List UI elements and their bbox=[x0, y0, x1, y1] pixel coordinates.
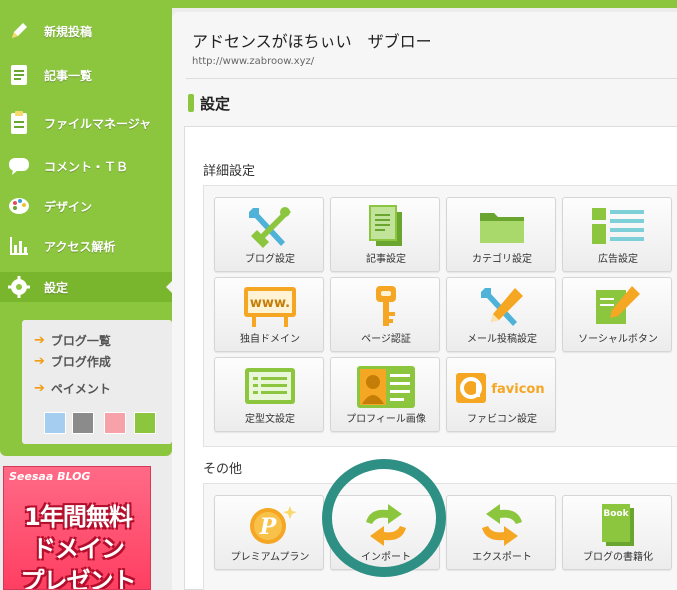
ad-headline: 1年間無料 bbox=[24, 503, 133, 531]
submenu-label: ブログ一覧 bbox=[50, 334, 111, 348]
import-arrows-icon bbox=[331, 501, 441, 549]
nav-label: ファイルマネージャ bbox=[44, 116, 152, 131]
premium-letter: P bbox=[259, 514, 278, 540]
theme-swatch-blue[interactable] bbox=[44, 412, 66, 434]
tile-label: ブログ設定 bbox=[245, 254, 295, 265]
theme-swatch-pink[interactable] bbox=[104, 412, 126, 434]
domain-promo-banner[interactable]: Seesaa BLOG 1年間無料 ドメイン プレゼント bbox=[3, 466, 151, 590]
profile-icon bbox=[331, 363, 441, 411]
tile-label: 定型文設定 bbox=[245, 414, 295, 425]
tile-label: エクスポート bbox=[472, 552, 532, 563]
tools-icon bbox=[215, 203, 325, 251]
nav-label: コメント・ＴＢ bbox=[44, 159, 129, 174]
book-icon: Book bbox=[563, 501, 673, 549]
tile-mail-post-settings[interactable]: メール投稿設定 bbox=[446, 277, 556, 352]
nav-new-post[interactable]: 新規投稿 bbox=[6, 16, 166, 46]
tile-label: プロフィール画像 bbox=[346, 414, 426, 425]
details-group-title: 詳細設定 bbox=[203, 164, 256, 179]
tile-label: 広告設定 bbox=[598, 254, 638, 265]
arrow-right-icon: ➔ bbox=[34, 333, 45, 348]
submenu-blog-list[interactable]: ➔ ブログ一覧 bbox=[34, 332, 111, 349]
comment-icon bbox=[6, 153, 32, 179]
theme-swatch-green[interactable] bbox=[134, 412, 156, 434]
ad-headline: プレゼント bbox=[20, 567, 137, 590]
tile-label: プレミアムプラン bbox=[230, 552, 310, 563]
template-icon bbox=[215, 363, 325, 411]
tile-import[interactable]: インポート bbox=[330, 495, 440, 570]
social-post-icon bbox=[563, 283, 673, 331]
tile-export[interactable]: エクスポート bbox=[446, 495, 556, 570]
tile-template-text[interactable]: 定型文設定 bbox=[214, 357, 324, 432]
top-accent-bar bbox=[172, 0, 677, 8]
mail-post-icon bbox=[447, 283, 557, 331]
nav-comments-tb[interactable]: コメント・ＴＢ bbox=[6, 151, 166, 181]
palette-icon bbox=[6, 193, 32, 219]
tile-label: ファビコン設定 bbox=[467, 414, 537, 425]
tile-page-auth[interactable]: ページ認証 bbox=[330, 277, 440, 352]
nav-design[interactable]: デザイン bbox=[6, 191, 166, 221]
premium-coin-icon: P bbox=[215, 501, 325, 549]
main-panel: アドセンスがほちぃい ザブロー http://www.zabroow.xyz/ … bbox=[172, 12, 677, 590]
article-list-icon bbox=[6, 62, 32, 88]
favicon-icon: favicon bbox=[447, 363, 557, 411]
divider bbox=[186, 78, 677, 79]
export-arrows-icon bbox=[447, 501, 557, 549]
tile-blog-book[interactable]: Book ブログの書籍化 bbox=[562, 495, 672, 570]
tile-label: ページ認証 bbox=[361, 334, 411, 345]
tile-article-settings[interactable]: 記事設定 bbox=[330, 197, 440, 272]
tile-blog-settings[interactable]: ブログ設定 bbox=[214, 197, 324, 272]
submenu-label: ブログ作成 bbox=[50, 355, 111, 369]
pencil-icon bbox=[6, 18, 32, 44]
tile-label: インポート bbox=[361, 552, 411, 563]
tile-label: カテゴリ設定 bbox=[472, 254, 532, 265]
sidebar: 新規投稿 記事一覧 ファイルマネージャ コメント・ＴＢ デザイン アクセス解析 bbox=[0, 0, 172, 456]
nav-label: デザイン bbox=[44, 199, 93, 214]
nav-label: 設定 bbox=[44, 280, 69, 295]
blog-title[interactable]: アドセンスがほちぃい ザブロー bbox=[192, 28, 432, 52]
book-text: Book bbox=[603, 509, 629, 519]
nav-label: 記事一覧 bbox=[44, 68, 93, 83]
tile-label: メール投稿設定 bbox=[467, 334, 537, 345]
arrow-right-icon: ➔ bbox=[34, 381, 45, 396]
ad-headline: ドメイン bbox=[32, 535, 125, 563]
document-icon bbox=[331, 203, 441, 251]
gear-icon bbox=[6, 274, 32, 300]
nav-article-list[interactable]: 記事一覧 bbox=[6, 60, 166, 90]
tile-profile-image[interactable]: プロフィール画像 bbox=[330, 357, 440, 432]
submenu-label: ペイメント bbox=[50, 382, 111, 396]
other-group-title: その他 bbox=[203, 462, 243, 477]
tile-custom-domain[interactable]: www. 独自ドメイン bbox=[214, 277, 324, 352]
www-sign-icon: www. bbox=[215, 283, 325, 331]
www-text: www. bbox=[250, 296, 290, 311]
submenu-create-blog[interactable]: ➔ ブログ作成 bbox=[34, 353, 111, 370]
clipboard-icon bbox=[6, 110, 32, 136]
key-icon bbox=[331, 283, 441, 331]
tile-favicon-settings[interactable]: favicon ファビコン設定 bbox=[446, 357, 556, 432]
ad-brand: Seesaa BLOG bbox=[9, 470, 91, 483]
folder-icon bbox=[447, 203, 557, 251]
nav-access-analytics[interactable]: アクセス解析 bbox=[6, 231, 166, 261]
section-marker bbox=[188, 94, 194, 112]
theme-swatch-gray[interactable] bbox=[72, 412, 94, 434]
tile-label: 独自ドメイン bbox=[240, 334, 300, 345]
submenu-payment[interactable]: ➔ ペイメント bbox=[34, 380, 111, 397]
tile-label: 記事設定 bbox=[366, 254, 406, 265]
nav-settings[interactable]: 設定 bbox=[0, 272, 172, 302]
tile-label: ブログの書籍化 bbox=[583, 552, 653, 563]
bar-chart-icon bbox=[6, 233, 32, 259]
tile-ad-settings[interactable]: 広告設定 bbox=[562, 197, 672, 272]
tile-premium-plan[interactable]: P プレミアムプラン bbox=[214, 495, 324, 570]
tile-social-buttons[interactable]: ソーシャルボタン bbox=[562, 277, 672, 352]
arrow-right-icon: ➔ bbox=[34, 354, 45, 369]
tile-category-settings[interactable]: カテゴリ設定 bbox=[446, 197, 556, 272]
page-title: 設定 bbox=[200, 95, 231, 113]
nav-file-manager[interactable]: ファイルマネージャ bbox=[6, 108, 166, 138]
nav-label: アクセス解析 bbox=[44, 239, 116, 254]
tile-label: ソーシャルボタン bbox=[578, 334, 658, 345]
settings-box: 詳細設定 ブログ設定 記事設定 カテゴリ設定 広告設定 www. 独自ドメイン … bbox=[184, 126, 677, 590]
nav-label: 新規投稿 bbox=[44, 24, 93, 39]
layout-icon bbox=[563, 203, 673, 251]
blog-url[interactable]: http://www.zabroow.xyz/ bbox=[192, 56, 314, 67]
favicon-text: favicon bbox=[491, 382, 544, 397]
